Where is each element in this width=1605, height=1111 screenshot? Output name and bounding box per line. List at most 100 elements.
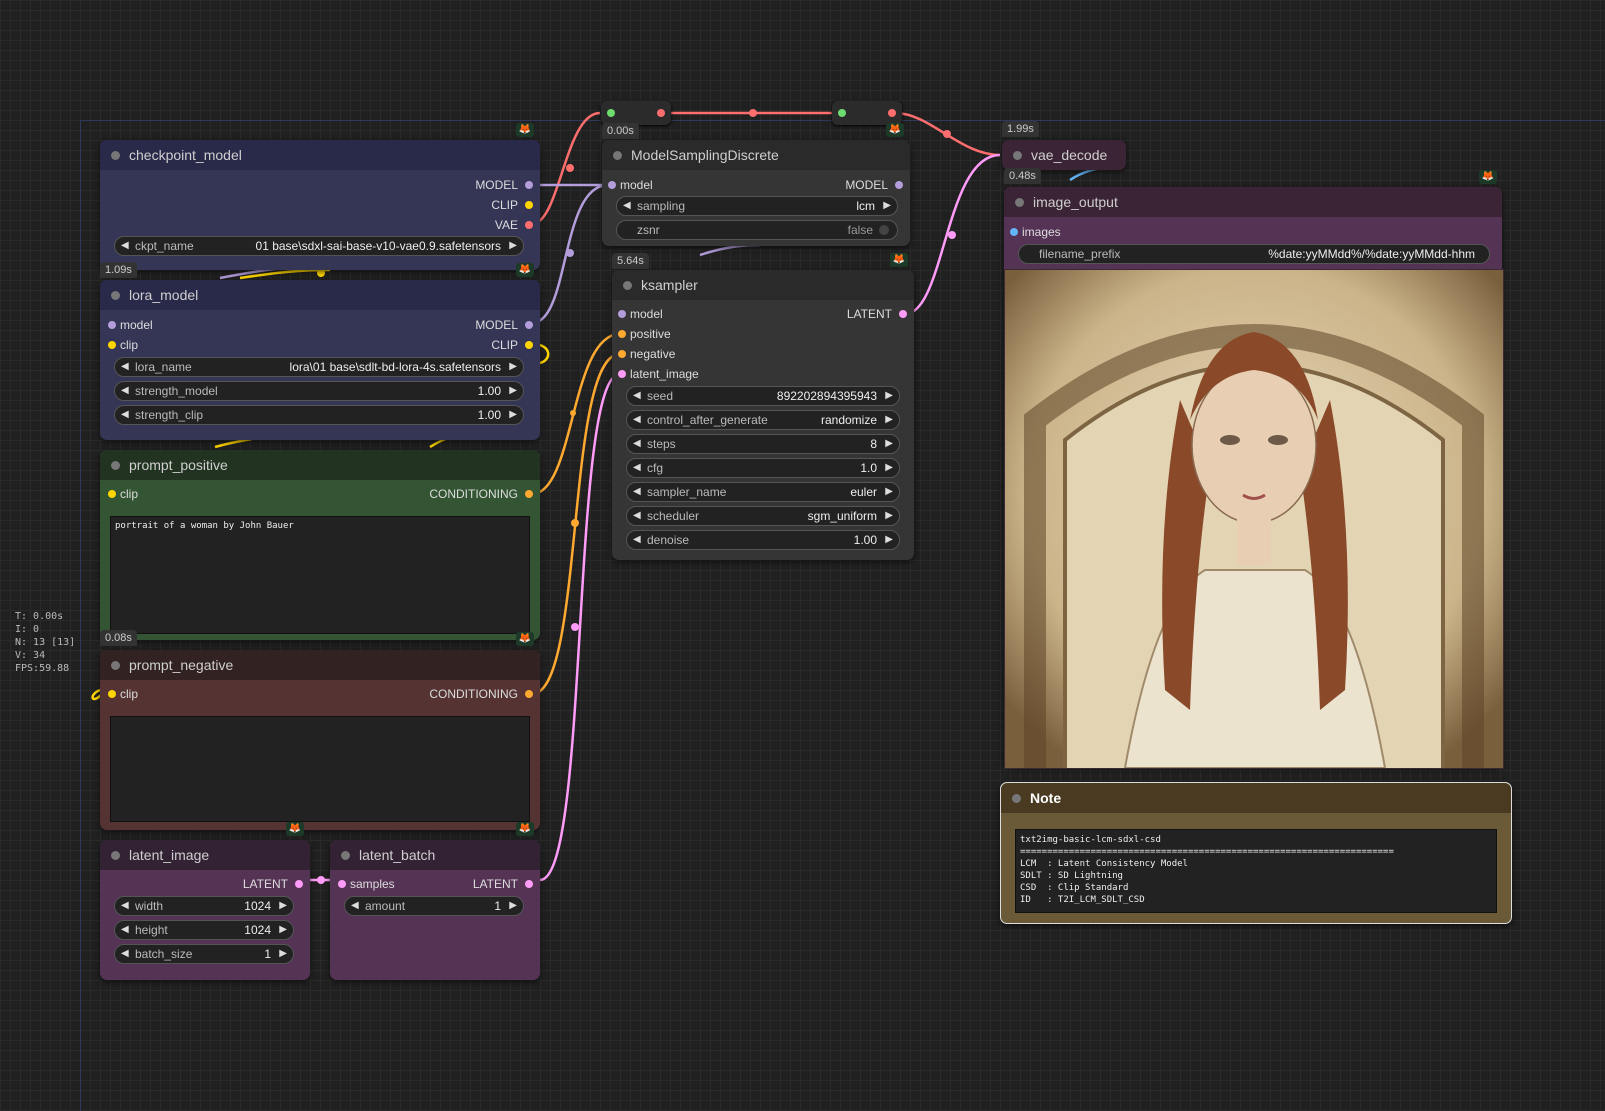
input-samples[interactable]: samples — [338, 876, 395, 892]
prompt-text-area[interactable]: portrait of a woman by John Bauer — [110, 516, 530, 634]
collapse-dot-icon[interactable] — [1013, 151, 1022, 160]
node-checkpoint-model[interactable]: checkpoint_model MODEL CLIP VAE ◀ ckpt_na… — [100, 140, 540, 270]
arrow-left-icon[interactable]: ◀ — [121, 897, 129, 915]
reroute-node-1[interactable] — [601, 101, 671, 125]
input-dot[interactable] — [1010, 228, 1018, 236]
arrow-left-icon[interactable]: ◀ — [633, 435, 641, 453]
lora-name-combo[interactable]: ◀ lora_name lora\01 base\sdlt-bd-lora-4s.s… — [114, 357, 524, 377]
arrow-right-icon[interactable]: ▶ — [509, 406, 517, 424]
reroute-input-dot[interactable] — [838, 109, 846, 117]
node-prompt-negative[interactable]: prompt_negative clip CONDITIONING — [100, 650, 540, 830]
arrow-right-icon[interactable]: ▶ — [885, 483, 893, 501]
input-dot[interactable] — [618, 330, 626, 338]
output-latent[interactable]: LATENT — [812, 306, 907, 322]
node-header[interactable]: ksampler — [612, 270, 914, 300]
arrow-left-icon[interactable]: ◀ — [623, 197, 631, 215]
input-dot[interactable] — [618, 310, 626, 318]
reroute-output-dot[interactable] — [888, 109, 896, 117]
node-header[interactable]: lora_model — [100, 280, 540, 310]
collapse-dot-icon[interactable] — [111, 461, 120, 470]
output-dot[interactable] — [899, 310, 907, 318]
collapse-dot-icon[interactable] — [111, 151, 120, 160]
input-dot[interactable] — [108, 490, 116, 498]
node-header[interactable]: Note — [1001, 783, 1511, 813]
input-clip[interactable]: clip — [108, 486, 138, 502]
arrow-right-icon[interactable]: ▶ — [885, 435, 893, 453]
collapse-dot-icon[interactable] — [111, 661, 120, 670]
arrow-left-icon[interactable]: ◀ — [633, 507, 641, 525]
amount-number[interactable]: ◀ amount 1 ▶ — [344, 896, 524, 916]
steps-number[interactable]: ◀ steps 8 ▶ — [626, 434, 900, 454]
arrow-right-icon[interactable]: ▶ — [885, 387, 893, 405]
collapse-dot-icon[interactable] — [341, 851, 350, 860]
input-negative[interactable]: negative — [618, 346, 675, 362]
node-header[interactable]: checkpoint_model — [100, 140, 540, 170]
node-latent-batch[interactable]: latent_batch samples LATENT ◀ amount 1 ▶ — [330, 840, 540, 980]
arrow-right-icon[interactable]: ▶ — [509, 358, 517, 376]
output-latent[interactable]: LATENT — [208, 876, 303, 892]
arrow-right-icon[interactable]: ▶ — [885, 459, 893, 477]
node-prompt-positive[interactable]: prompt_positive clip CONDITIONING portra… — [100, 450, 540, 640]
arrow-right-icon[interactable]: ▶ — [279, 921, 287, 939]
height-number[interactable]: ◀ height 1024 ▶ — [114, 920, 294, 940]
batch-size-number[interactable]: ◀ batch_size 1 ▶ — [114, 944, 294, 964]
output-dot[interactable] — [525, 690, 533, 698]
input-model[interactable]: model — [618, 306, 663, 322]
output-dot[interactable] — [525, 221, 533, 229]
collapse-dot-icon[interactable] — [111, 851, 120, 860]
arrow-right-icon[interactable]: ▶ — [509, 897, 517, 915]
node-image-output[interactable]: image_output images filename_prefix %date… — [1004, 187, 1504, 769]
arrow-right-icon[interactable]: ▶ — [883, 197, 891, 215]
arrow-right-icon[interactable]: ▶ — [509, 237, 517, 255]
input-dot[interactable] — [618, 370, 626, 378]
node-lora-model[interactable]: lora_model model clip MODEL CLIP ◀ lora_n… — [100, 280, 540, 440]
input-model[interactable]: model — [108, 317, 153, 333]
input-dot[interactable] — [608, 181, 616, 189]
output-clip[interactable]: CLIP — [438, 197, 533, 213]
node-header[interactable]: prompt_positive — [100, 450, 540, 480]
prompt-text-area[interactable] — [110, 716, 530, 822]
sampling-combo[interactable]: ◀ sampling lcm ▶ — [616, 196, 898, 216]
node-header[interactable]: vae_decode — [1002, 140, 1126, 170]
collapse-dot-icon[interactable] — [111, 291, 120, 300]
collapse-dot-icon[interactable] — [613, 151, 622, 160]
strength-clip-number[interactable]: ◀ strength_clip 1.00 ▶ — [114, 405, 524, 425]
note-text-area[interactable]: txt2img-basic-lcm-sdxl-csd =============… — [1015, 829, 1497, 913]
arrow-left-icon[interactable]: ◀ — [633, 531, 641, 549]
node-model-sampling-discrete[interactable]: ModelSamplingDiscrete model MODEL ◀ sampl… — [602, 140, 910, 246]
output-dot[interactable] — [525, 321, 533, 329]
input-clip[interactable]: clip — [108, 686, 138, 702]
input-dot[interactable] — [338, 880, 346, 888]
reroute-input-dot[interactable] — [607, 109, 615, 117]
output-model[interactable]: MODEL — [438, 317, 533, 333]
output-dot[interactable] — [525, 201, 533, 209]
output-dot[interactable] — [525, 181, 533, 189]
output-dot[interactable] — [525, 880, 533, 888]
output-latent[interactable]: LATENT — [438, 876, 533, 892]
arrow-left-icon[interactable]: ◀ — [121, 237, 129, 255]
input-dot[interactable] — [108, 321, 116, 329]
output-model[interactable]: MODEL — [438, 177, 533, 193]
node-vae-decode[interactable]: vae_decode — [1002, 140, 1126, 170]
arrow-right-icon[interactable]: ▶ — [885, 531, 893, 549]
arrow-left-icon[interactable]: ◀ — [121, 358, 129, 376]
scheduler-combo[interactable]: ◀ scheduler sgm_uniform ▶ — [626, 506, 900, 526]
input-model[interactable]: model — [608, 177, 653, 193]
arrow-right-icon[interactable]: ▶ — [885, 411, 893, 429]
input-clip[interactable]: clip — [108, 337, 138, 353]
arrow-left-icon[interactable]: ◀ — [633, 387, 641, 405]
input-latent-image[interactable]: latent_image — [618, 366, 699, 382]
arrow-left-icon[interactable]: ◀ — [121, 921, 129, 939]
seed-number[interactable]: ◀ seed 892202894395943 ▶ — [626, 386, 900, 406]
arrow-left-icon[interactable]: ◀ — [351, 897, 359, 915]
generated-portrait-image[interactable] — [1004, 269, 1504, 769]
arrow-left-icon[interactable]: ◀ — [121, 406, 129, 424]
sampler-name-combo[interactable]: ◀ sampler_name euler ▶ — [626, 482, 900, 502]
input-dot[interactable] — [108, 341, 116, 349]
output-dot[interactable] — [895, 181, 903, 189]
node-header[interactable]: image_output — [1004, 187, 1502, 217]
arrow-right-icon[interactable]: ▶ — [279, 897, 287, 915]
output-conditioning[interactable]: CONDITIONING — [398, 486, 533, 502]
toggle-off-icon[interactable] — [879, 225, 889, 235]
reroute-output-dot[interactable] — [657, 109, 665, 117]
